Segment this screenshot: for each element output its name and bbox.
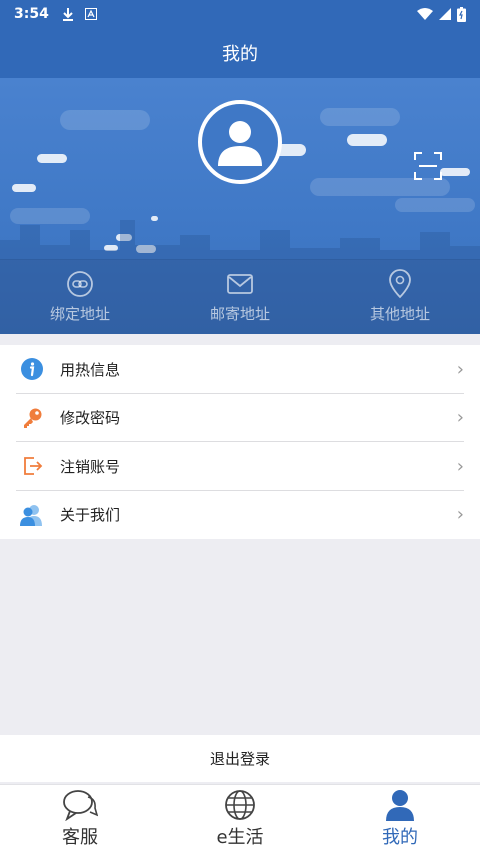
address-item-mailing[interactable]: 邮寄地址 [160, 259, 320, 334]
settings-menu: 用热信息 › 修改密码 › 注销账号 › 关于我们 › [0, 345, 480, 539]
menu-item-cancel-account[interactable]: 注销账号 › [0, 442, 480, 491]
page-title: 我的 [222, 44, 258, 65]
address-item-other[interactable]: 其他地址 [320, 259, 480, 334]
users-icon [20, 503, 44, 527]
address-bar: 绑定地址 邮寄地址 其他地址 [0, 259, 480, 334]
cloud-decoration [440, 168, 470, 176]
info-icon [20, 357, 44, 381]
avatar[interactable] [198, 100, 282, 184]
menu-item-change-password[interactable]: 修改密码 › [0, 394, 480, 443]
tab-label: 我的 [382, 826, 418, 848]
status-bar: 3:54 [0, 0, 480, 28]
key-icon [20, 406, 44, 430]
menu-item-about-us[interactable]: 关于我们 › [0, 491, 480, 540]
address-item-label: 邮寄地址 [209, 305, 270, 323]
menu-item-label: 修改密码 [60, 409, 121, 428]
menu-item-label: 关于我们 [60, 506, 121, 525]
tab-label: e生活 [216, 826, 264, 848]
tab-customer-service[interactable]: 客服 [0, 785, 160, 852]
menu-item-heat-info[interactable]: 用热信息 › [0, 345, 480, 394]
user-avatar-icon [218, 121, 262, 166]
signal-icon [439, 8, 451, 20]
logout-icon [20, 454, 44, 478]
link-icon [67, 271, 93, 297]
tab-e-life[interactable]: e生活 [160, 785, 320, 852]
tab-label: 客服 [62, 826, 98, 848]
battery-icon [457, 6, 466, 22]
scan-button[interactable] [413, 151, 443, 181]
address-item-bound[interactable]: 绑定地址 [0, 259, 160, 334]
mail-icon [227, 274, 253, 294]
address-item-label: 绑定地址 [49, 305, 110, 323]
chevron-right-icon: › [456, 407, 464, 429]
user-icon [386, 789, 414, 821]
header: 我的 [0, 28, 480, 78]
cloud-decoration [320, 108, 400, 126]
chevron-right-icon: › [456, 358, 464, 380]
cloud-decoration [12, 184, 36, 192]
logout-button[interactable]: 退出登录 [0, 735, 480, 782]
chat-bubble-icon [63, 789, 98, 821]
cloud-decoration [60, 110, 150, 130]
wifi-icon [417, 8, 433, 20]
status-time: 3:54 [14, 6, 49, 22]
download-icon [62, 8, 73, 21]
address-item-label: 其他地址 [369, 305, 430, 323]
chevron-right-icon: › [456, 455, 464, 477]
bottom-tab-bar: 客服 e生活 我的 [0, 784, 480, 852]
location-pin-icon [389, 269, 411, 299]
logout-label: 退出登录 [209, 750, 270, 768]
scan-icon [414, 152, 442, 180]
tab-mine[interactable]: 我的 [320, 785, 480, 852]
globe-icon [225, 789, 255, 820]
cloud-decoration [347, 134, 387, 146]
city-skyline-decoration [0, 220, 480, 260]
cloud-decoration [37, 154, 67, 163]
app-notification-icon [84, 8, 97, 20]
profile-hero: 绑定地址 邮寄地址 其他地址 [0, 78, 480, 334]
chevron-right-icon: › [456, 504, 464, 526]
menu-item-label: 注销账号 [60, 457, 121, 476]
menu-item-label: 用热信息 [60, 360, 121, 379]
